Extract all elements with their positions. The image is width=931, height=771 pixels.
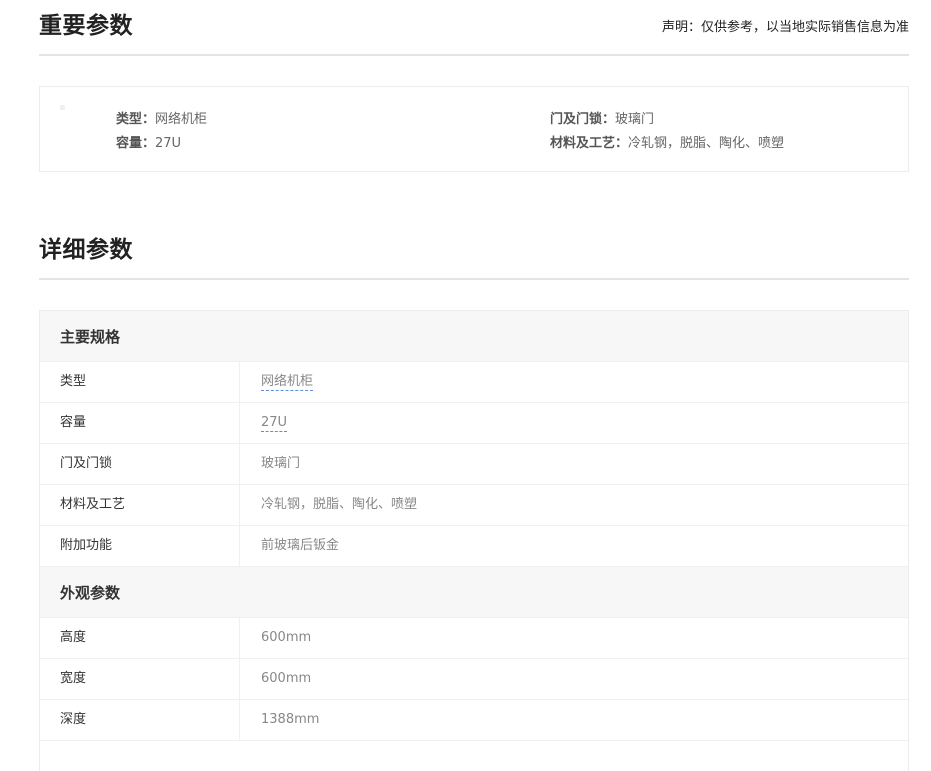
summary-label: 门及门锁： <box>550 112 616 127</box>
detail-params-title: 详细参数 <box>39 237 133 263</box>
disclaimer-text: 声明：仅供参考，以当地实际销售信息为准 <box>661 20 909 35</box>
detail-params-header: 详细参数 <box>39 202 909 280</box>
page-content: 重要参数 声明：仅供参考，以当地实际销售信息为准 类型：网络机柜 容量：27U … <box>39 0 909 771</box>
summary-value: 网络机柜 <box>155 112 208 127</box>
spec-value: 前玻璃后钣金 <box>261 538 340 553</box>
spec-value: 600mm <box>261 630 312 645</box>
spec-group-header: 外观参数 <box>40 567 908 618</box>
important-params-summary: 类型：网络机柜 容量：27U 门及门锁：玻璃门 材料及工艺：冷轧钢，脱脂、陶化、… <box>39 86 909 172</box>
product-thumbnail <box>60 105 65 110</box>
summary-item-type: 类型：网络机柜 <box>116 108 207 127</box>
table-row: 宽度 600mm <box>40 659 908 700</box>
spec-value[interactable]: 网络机柜 <box>261 374 314 391</box>
summary-item-door: 门及门锁：玻璃门 <box>550 108 654 127</box>
spec-key: 高度 <box>40 618 240 658</box>
summary-value: 冷轧钢，脱脂、陶化、喷塑 <box>628 136 785 151</box>
spec-key: 类型 <box>40 362 240 402</box>
spec-group-header: 主要规格 <box>40 311 908 362</box>
spec-value: 600mm <box>261 671 312 686</box>
table-row: 类型 网络机柜 <box>40 362 908 403</box>
spec-key: 附加功能 <box>40 526 240 566</box>
important-params-title: 重要参数 <box>39 13 133 39</box>
spec-group-title: 主要规格 <box>60 328 121 346</box>
spec-value[interactable]: 27U <box>261 415 288 432</box>
spec-value: 冷轧钢，脱脂、陶化、喷塑 <box>261 497 418 512</box>
spec-value: 玻璃门 <box>261 456 301 471</box>
spec-value-link[interactable]: 网络机柜 <box>261 362 314 402</box>
spec-key: 门及门锁 <box>40 444 240 484</box>
summary-item-capacity: 容量：27U <box>116 132 181 151</box>
spec-key: 容量 <box>40 403 240 443</box>
table-row: 附加功能 前玻璃后钣金 <box>40 526 908 567</box>
spec-table: 主要规格 类型 网络机柜 容量 27U 门及门锁 玻璃门 材料及工艺 冷轧钢，脱… <box>39 310 909 771</box>
spec-value-link[interactable]: 27U <box>261 403 288 443</box>
summary-value: 玻璃门 <box>615 112 655 127</box>
summary-label: 材料及工艺： <box>550 136 629 151</box>
summary-label: 容量： <box>116 136 156 151</box>
summary-label: 类型： <box>116 112 156 127</box>
table-row: 高度 600mm <box>40 618 908 659</box>
spec-value: 1388mm <box>261 712 320 727</box>
table-row: 材料及工艺 冷轧钢，脱脂、陶化、喷塑 <box>40 485 908 526</box>
table-row: 深度 1388mm <box>40 700 908 741</box>
summary-value: 27U <box>155 136 182 151</box>
spec-key: 宽度 <box>40 659 240 699</box>
important-params-header: 重要参数 声明：仅供参考，以当地实际销售信息为准 <box>39 0 909 56</box>
spec-key: 深度 <box>40 700 240 740</box>
summary-item-material: 材料及工艺：冷轧钢，脱脂、陶化、喷塑 <box>550 132 784 151</box>
table-row: 容量 27U <box>40 403 908 444</box>
table-row: 门及门锁 玻璃门 <box>40 444 908 485</box>
spec-group-title: 外观参数 <box>60 584 121 602</box>
spec-key: 材料及工艺 <box>40 485 240 525</box>
